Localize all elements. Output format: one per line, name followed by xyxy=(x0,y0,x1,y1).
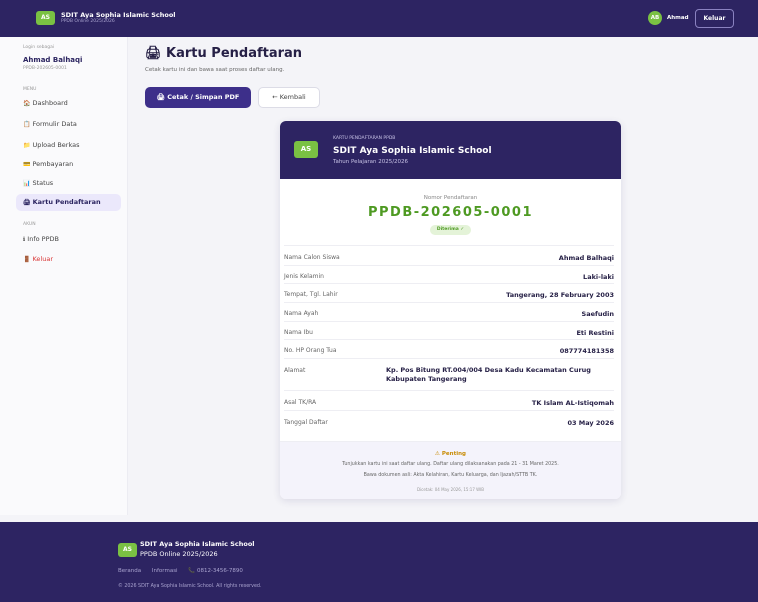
sidebar-item-keluar[interactable]: 🚪 Keluar xyxy=(16,251,121,268)
footer-logo: AS xyxy=(118,543,137,557)
status-badge: Diterima ✓ xyxy=(430,225,471,235)
status-icon: 📊 xyxy=(23,180,31,187)
note-line: Tunjukkan kartu ini saat daftar ulang. D… xyxy=(342,462,559,467)
sidebar-item-label: Keluar xyxy=(32,255,54,263)
footer-copyright: © 2026 SDIT Aya Sophia Islamic School. A… xyxy=(118,584,262,589)
school-logo[interactable]: AS xyxy=(36,11,55,25)
sidebar-item-upload[interactable]: 📁 Upload Berkas xyxy=(16,137,121,154)
card-header: AS KARTU PENDAFTARAN PPDB SDIT Aya Sophi… xyxy=(280,121,621,179)
sidebar-item-label: Info PPDB xyxy=(27,235,59,243)
logout-button[interactable]: Keluar xyxy=(695,9,734,28)
printed-timestamp: Dicetak: 04 May 2026, 15:17 WIB xyxy=(416,487,485,492)
sidebar-item-label: Dashboard xyxy=(32,99,68,107)
card-header-label: KARTU PENDAFTARAN PPDB xyxy=(333,136,396,141)
logout-icon: 🚪 xyxy=(23,256,31,263)
page-subtitle: Cetak kartu ini dan bawa saat proses daf… xyxy=(145,67,285,73)
footer-phone[interactable]: 📞 0812-3456-7890 xyxy=(188,568,243,574)
sidebar-item-label: Pembayaran xyxy=(32,160,74,168)
row-label: Alamat xyxy=(284,367,306,374)
menu-heading: MENU xyxy=(23,87,37,92)
sidebar-user-name: Ahmad Balhaqi xyxy=(23,56,83,64)
detail-row: Nama Ayah Saefudin xyxy=(284,302,614,321)
detail-row: Alamat Kp. Pos Bitung RT.004/004 Desa Ka… xyxy=(284,358,614,390)
account-heading: AKUN xyxy=(23,222,36,227)
footer-school-name: SDIT Aya Sophia Islamic School xyxy=(140,540,255,548)
row-label: Tanggal Daftar xyxy=(284,419,328,426)
detail-row: Tempat, Tgl. Lahir Tangerang, 28 Februar… xyxy=(284,283,614,302)
sidebar-item-label: Kartu Pendaftaran xyxy=(32,198,101,206)
user-name: Ahmad xyxy=(667,15,689,21)
form-icon: 📋 xyxy=(23,121,31,128)
footer-link-informasi[interactable]: Informasi xyxy=(152,568,178,574)
app-subtitle: PPDB Online 2025/2026 xyxy=(61,19,115,24)
detail-row: Nama Calon Siswa Ahmad Balhaqi xyxy=(284,245,614,265)
note-title: ⚠ Penting xyxy=(435,451,466,457)
footer-links: Beranda Informasi 📞 0812-3456-7890 xyxy=(118,568,252,574)
row-value: TK Islam AL-Istiqomah xyxy=(531,399,614,407)
sidebar-item-info[interactable]: ℹ Info PPDB xyxy=(16,231,121,248)
row-label: Nama Ibu xyxy=(284,329,313,336)
card-logo: AS xyxy=(294,141,318,158)
row-label: Nama Calon Siswa xyxy=(284,254,340,261)
detail-row: Tanggal Daftar 03 May 2026 xyxy=(284,410,614,432)
card-school-name: SDIT Aya Sophia Islamic School xyxy=(333,146,492,156)
reg-number: PPDB-202605-0001 xyxy=(367,205,533,220)
important-note: ⚠ Penting Tunjukkan kartu ini saat dafta… xyxy=(280,441,621,499)
reg-number-label: Nomor Pendaftaran xyxy=(423,195,478,201)
row-label: Jenis Kelamin xyxy=(284,273,324,280)
sidebar-item-label: Formulir Data xyxy=(32,120,77,128)
detail-row: Asal TK/RA TK Islam AL-Istiqomah xyxy=(284,390,614,410)
home-icon: 🏠 xyxy=(23,100,31,107)
row-value: Kp. Pos Bitung RT.004/004 Desa Kadu Keca… xyxy=(386,366,591,383)
detail-row: Jenis Kelamin Laki-laki xyxy=(284,265,614,283)
printer-icon: 🖨 xyxy=(23,199,31,206)
page-title: 🖨 Kartu Pendaftaran xyxy=(145,46,302,61)
sidebar-item-label: Upload Berkas xyxy=(32,141,80,149)
sidebar-item-status[interactable]: 📊 Status xyxy=(16,175,121,192)
top-navbar: AS SDIT Aya Sophia Islamic School PPDB O… xyxy=(0,0,758,37)
row-label: Asal TK/RA xyxy=(284,399,317,406)
row-value: Eti Restini xyxy=(576,329,614,337)
page-title-text: Kartu Pendaftaran xyxy=(166,46,303,61)
user-avatar[interactable]: AB xyxy=(648,11,662,25)
note-line: Bawa dokumen asli: Akta Kelahiran, Kartu… xyxy=(363,473,538,478)
payment-icon: 💳 xyxy=(23,161,31,168)
sidebar-item-dashboard[interactable]: 🏠 Dashboard xyxy=(16,95,121,112)
detail-row: Nama Ibu Eti Restini xyxy=(284,321,614,339)
row-value: Laki-laki xyxy=(583,273,614,281)
back-button[interactable]: ← Kembali xyxy=(258,87,320,108)
upload-icon: 📁 xyxy=(23,142,31,149)
sidebar-reg-id: PPDB-202605-0001 xyxy=(23,66,67,71)
row-label: Nama Ayah xyxy=(284,310,319,317)
row-value: Saefudin xyxy=(581,310,614,318)
sidebar-item-label: Status xyxy=(32,179,54,187)
info-icon: ℹ xyxy=(23,236,26,243)
row-value: Ahmad Balhaqi xyxy=(558,254,614,262)
card-year: Tahun Pelajaran 2025/2026 xyxy=(333,159,409,165)
row-value: Tangerang, 28 February 2003 xyxy=(506,291,614,299)
app-title: SDIT Aya Sophia Islamic School xyxy=(61,11,176,19)
login-as-label: Login sebagai xyxy=(23,45,55,50)
sidebar-item-formulir[interactable]: 📋 Formulir Data xyxy=(16,116,121,133)
footer-subtitle: PPDB Online 2025/2026 xyxy=(140,550,218,558)
sidebar-item-kartu[interactable]: 🖨 Kartu Pendaftaran xyxy=(16,194,121,211)
print-button[interactable]: 🖨 Cetak / Simpan PDF xyxy=(145,87,251,108)
registration-card: AS KARTU PENDAFTARAN PPDB SDIT Aya Sophi… xyxy=(280,121,621,499)
row-label: No. HP Orang Tua xyxy=(284,347,337,354)
footer xyxy=(0,522,758,602)
row-label: Tempat, Tgl. Lahir xyxy=(284,291,338,298)
detail-row: No. HP Orang Tua 087774181358 xyxy=(284,339,614,358)
sidebar-item-pembayaran[interactable]: 💳 Pembayaran xyxy=(16,156,121,173)
printer-icon: 🖨 xyxy=(145,46,162,61)
row-value: 03 May 2026 xyxy=(567,419,614,427)
row-value: 087774181358 xyxy=(559,347,614,355)
footer-link-beranda[interactable]: Beranda xyxy=(118,568,141,574)
